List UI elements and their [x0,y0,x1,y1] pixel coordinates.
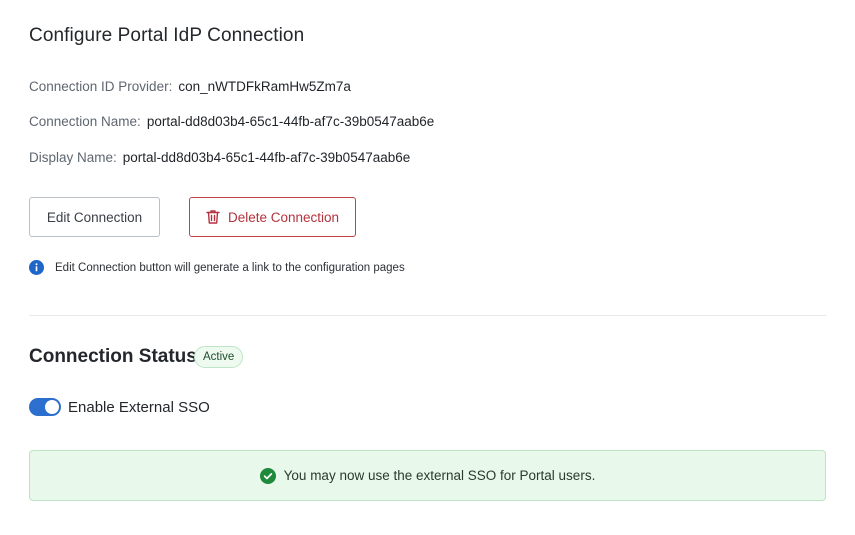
success-alert: You may now use the external SSO for Por… [29,450,826,501]
display-name-row: Display Name: portal-dd8d03b4-65c1-44fb-a… [29,150,410,165]
connection-id-provider-label: Connection ID Provider: [29,79,173,94]
connection-id-provider-row: Connection ID Provider: con_nWTDFkRamHw5Z… [29,79,351,94]
enable-sso-toggle[interactable] [29,398,61,416]
check-circle-icon [259,467,276,484]
status-badge: Active [194,346,244,368]
info-icon [29,260,44,275]
connection-name-value: portal-dd8d03b4-65c1-44fb-af7c-39b0547aa… [146,114,435,129]
section-divider [29,315,826,316]
info-note: Edit Connection button will generate a l… [29,260,405,275]
connection-name-row: Connection Name: portal-dd8d03b4-65c1-44f… [29,114,434,129]
display-name-label: Display Name: [29,150,117,165]
connection-id-provider-value: con_nWTDFkRamHw5Zm7a [178,79,351,94]
delete-connection-button[interactable]: Delete Connection [189,197,356,237]
connection-name-label: Connection Name: [29,114,141,129]
display-name-value: portal-dd8d03b4-65c1-44fb-af7c-39b0547aa… [122,150,411,165]
enable-sso-label: Enable External SSO [68,398,210,416]
enable-sso-row: Enable External SSO [29,398,210,416]
toggle-knob [45,400,59,414]
trash-icon [206,209,220,225]
connection-config-page: Configure Portal IdP Connection Connecti… [0,0,855,535]
connection-status-title: Connection Status [29,346,197,367]
info-text: Edit Connection button will generate a l… [55,261,405,274]
success-alert-text: You may now use the external SSO for Por… [283,468,596,483]
page-title: Configure Portal IdP Connection [29,25,305,46]
edit-connection-button[interactable]: Edit Connection [29,197,160,237]
delete-connection-label: Delete Connection [227,209,340,225]
